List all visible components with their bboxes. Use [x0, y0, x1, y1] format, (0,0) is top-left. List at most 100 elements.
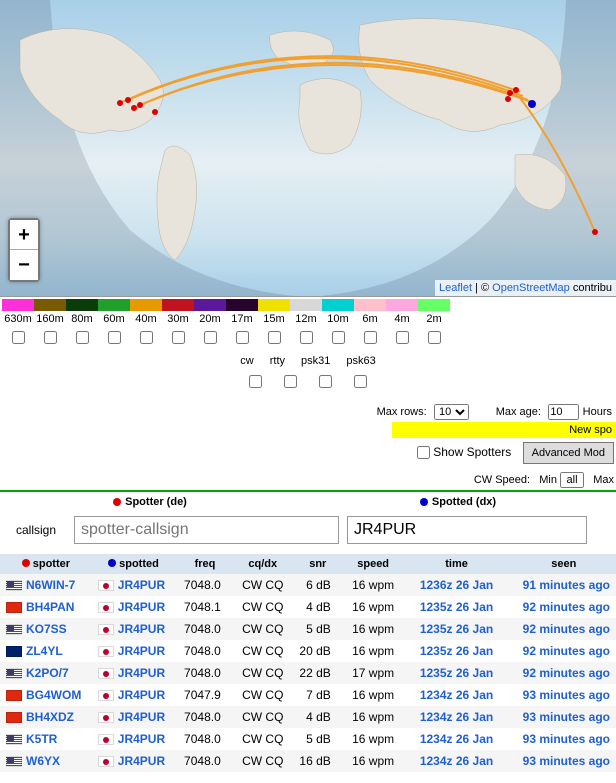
time-link[interactable]: 1236z 26 Jan	[420, 578, 493, 592]
speed-cell: 16 wpm	[345, 706, 402, 728]
speed-cell: 16 wpm	[345, 750, 402, 772]
show-spotters-checkbox[interactable]	[417, 446, 430, 459]
flag-icon	[98, 646, 114, 657]
band-checkbox-2m[interactable]	[428, 331, 441, 344]
band-label: 15m	[258, 311, 290, 327]
time-link[interactable]: 1234z 26 Jan	[420, 754, 493, 768]
flag-icon	[6, 580, 22, 591]
seen-cell: 93 minutes ago	[512, 728, 616, 750]
time-link[interactable]: 1234z 26 Jan	[420, 732, 493, 746]
spotter-link[interactable]: N6WIN-7	[26, 578, 75, 592]
map-panel[interactable]: + − Leaflet | © OpenStreetMap contribu	[0, 0, 616, 297]
spotted-link[interactable]: JR4PUR	[118, 754, 165, 768]
mode-checkbox-rtty[interactable]	[284, 375, 297, 388]
col-cqdx[interactable]: cq/dx	[235, 554, 291, 574]
flag-icon	[98, 690, 114, 701]
col-seen[interactable]: seen	[512, 554, 616, 574]
speed-cell: 17 wpm	[345, 662, 402, 684]
table-row: BH4XDZ JR4PUR 7048.0 CW CQ 4 dB 16 wpm 1…	[0, 706, 616, 728]
band-checkbox-4m[interactable]	[396, 331, 409, 344]
table-row: ZL4YL JR4PUR 7048.0 CW CQ 20 dB 16 wpm 1…	[0, 640, 616, 662]
spotted-link[interactable]: JR4PUR	[118, 644, 165, 658]
spotter-link[interactable]: BH4XDZ	[26, 710, 74, 724]
col-speed[interactable]: speed	[345, 554, 402, 574]
zoom-in-button[interactable]: +	[10, 220, 38, 250]
time-link[interactable]: 1235z 26 Jan	[420, 600, 493, 614]
freq-cell: 7048.0	[175, 662, 235, 684]
band-checkbox-80m[interactable]	[76, 331, 89, 344]
mode-label-rtty: rtty	[270, 355, 285, 367]
maxage-unit: Hours	[583, 406, 612, 418]
spotter-callsign-input[interactable]	[74, 516, 339, 544]
advanced-mode-button[interactable]: Advanced Mod	[523, 442, 614, 464]
freq-cell: 7048.0	[175, 750, 235, 772]
band-checkbox-15m[interactable]	[268, 331, 281, 344]
spotter-link[interactable]: ZL4YL	[26, 644, 63, 658]
table-row: BH4PAN JR4PUR 7048.1 CW CQ 4 dB 16 wpm 1…	[0, 596, 616, 618]
spotter-link[interactable]: K2PO/7	[26, 666, 69, 680]
band-checkbox-60m[interactable]	[108, 331, 121, 344]
band-checkbox-160m[interactable]	[44, 331, 57, 344]
cwspeed-min-input[interactable]	[560, 472, 584, 488]
maxrows-select[interactable]: 10	[434, 404, 469, 420]
band-swatch-17m	[226, 299, 258, 311]
band-checkbox-12m[interactable]	[300, 331, 313, 344]
band-checkbox-40m[interactable]	[140, 331, 153, 344]
time-link[interactable]: 1235z 26 Jan	[420, 644, 493, 658]
snr-cell: 5 dB	[291, 728, 345, 750]
controls-row-2: Show Spotters Advanced Mod	[0, 438, 616, 468]
band-checkbox-17m[interactable]	[236, 331, 249, 344]
cq-cell: CW CQ	[235, 706, 291, 728]
table-row: K5TR JR4PUR 7048.0 CW CQ 5 dB 16 wpm 123…	[0, 728, 616, 750]
mode-checkbox-psk31[interactable]	[319, 375, 332, 388]
band-checkbox-10m[interactable]	[332, 331, 345, 344]
band-label: 12m	[290, 311, 322, 327]
band-checkbox-6m[interactable]	[364, 331, 377, 344]
seen-cell: 93 minutes ago	[512, 750, 616, 772]
leaflet-link[interactable]: Leaflet	[439, 282, 472, 294]
flag-icon	[98, 734, 114, 745]
col-freq[interactable]: freq	[175, 554, 235, 574]
speed-cell: 16 wpm	[345, 618, 402, 640]
table-row: K2PO/7 JR4PUR 7048.0 CW CQ 22 dB 17 wpm …	[0, 662, 616, 684]
new-spots-banner[interactable]: New spo	[392, 422, 616, 438]
mode-checkbox-cw[interactable]	[249, 375, 262, 388]
spotted-link[interactable]: JR4PUR	[118, 666, 165, 680]
time-link[interactable]: 1235z 26 Jan	[420, 622, 493, 636]
spotter-link[interactable]: K5TR	[26, 732, 57, 746]
spotted-link[interactable]: JR4PUR	[118, 578, 165, 592]
spotted-link[interactable]: JR4PUR	[118, 600, 165, 614]
band-label: 20m	[194, 311, 226, 327]
col-snr[interactable]: snr	[291, 554, 345, 574]
mode-checkbox-psk63[interactable]	[354, 375, 367, 388]
band-checkbox-20m[interactable]	[204, 331, 217, 344]
spotter-link[interactable]: BH4PAN	[26, 600, 74, 614]
osm-link[interactable]: OpenStreetMap	[492, 282, 570, 294]
col-spotter[interactable]: spotter	[0, 554, 92, 574]
band-checkbox-630m[interactable]	[12, 331, 25, 344]
maxage-input[interactable]	[548, 404, 579, 420]
speed-cell: 16 wpm	[345, 728, 402, 750]
time-link[interactable]: 1234z 26 Jan	[420, 710, 493, 724]
freq-cell: 7048.1	[175, 596, 235, 618]
spotted-link[interactable]: JR4PUR	[118, 732, 165, 746]
spotter-link[interactable]: KO7SS	[26, 622, 67, 636]
spotter-link[interactable]: BG4WOM	[26, 688, 81, 702]
time-link[interactable]: 1235z 26 Jan	[420, 666, 493, 680]
band-swatch-6m	[354, 299, 386, 311]
spotted-callsign-input[interactable]	[347, 516, 587, 544]
col-time[interactable]: time	[402, 554, 512, 574]
spotted-link[interactable]: JR4PUR	[118, 710, 165, 724]
spotter-link[interactable]: W6YX	[26, 754, 60, 768]
spotted-link[interactable]: JR4PUR	[118, 688, 165, 702]
maxrows-label: Max rows:	[377, 406, 427, 418]
spotted-link[interactable]: JR4PUR	[118, 622, 165, 636]
blue-dot-icon	[420, 498, 428, 506]
flag-icon	[6, 690, 22, 701]
band-checkbox-30m[interactable]	[172, 331, 185, 344]
flag-icon	[6, 712, 22, 723]
time-link[interactable]: 1234z 26 Jan	[420, 688, 493, 702]
band-label: 17m	[226, 311, 258, 327]
zoom-out-button[interactable]: −	[10, 250, 38, 280]
col-spotted[interactable]: spotted	[92, 554, 175, 574]
